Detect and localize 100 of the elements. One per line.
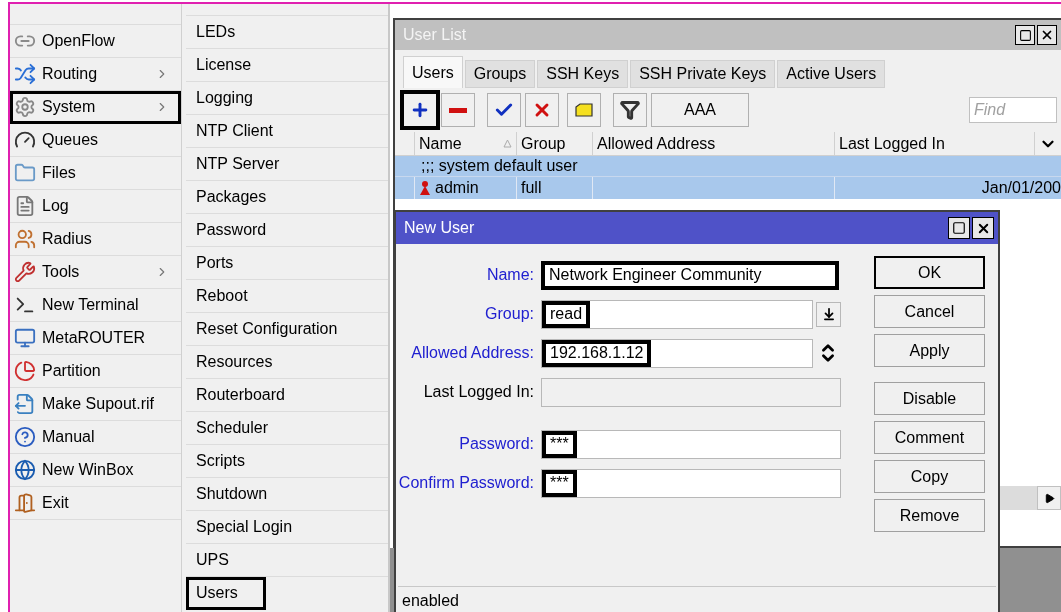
submenu-item[interactable]: Logging [186,82,388,115]
input-field[interactable]: read [541,299,813,329]
document-icon [14,195,36,217]
close-button[interactable] [972,217,994,239]
remove-button[interactable] [441,93,475,127]
submenu-item[interactable]: Special Login [186,511,388,544]
aaa-button[interactable]: AAA [651,93,749,127]
submenu-item[interactable]: Reboot [186,280,388,313]
submenu-item[interactable]: NTP Client [186,115,388,148]
dialog-button[interactable]: Remove [874,499,985,532]
menu-item[interactable]: Routing [10,58,181,91]
submenu-item[interactable]: NTP Server [186,148,388,181]
input-field[interactable]: Network Engineer Community [541,260,839,290]
menu-item[interactable]: Manual [10,421,181,454]
submenu-item[interactable]: Password [186,214,388,247]
maximize-icon [952,221,966,235]
submenu-item[interactable]: Routerboard [186,379,388,412]
submenu-item[interactable]: Resources [186,346,388,379]
input-field[interactable]: *** [541,468,841,498]
wrench-icon [14,261,36,283]
monitor-icon [14,327,36,349]
field-label: Group: [484,304,535,324]
menu-item[interactable]: Make Supout.rif [10,388,181,421]
menu-item[interactable]: Radius [10,223,181,256]
dialog-button[interactable]: Copy [874,460,985,493]
submenu-item[interactable]: UPS [186,544,388,577]
field-label: Name: [485,265,535,285]
globe-icon [14,459,36,481]
menu-item[interactable]: Log [10,190,181,223]
dropdown-button[interactable] [816,301,841,327]
column-header[interactable]: Allowed Address [593,132,835,155]
menu-item[interactable]: MetaROUTER [10,322,181,355]
field-label: Last Logged In: [422,382,535,402]
table-cell: full [517,177,593,199]
dialog-button[interactable]: Comment [874,421,985,454]
remove-icon [449,107,467,113]
input-field[interactable]: 192.168.1.12 [541,338,813,368]
column-header[interactable]: Group [517,132,593,155]
tab[interactable]: Users [403,56,463,88]
menu-item[interactable]: Tools [10,256,181,289]
submenu-item[interactable]: Reset Configuration [186,313,388,346]
maximize-button[interactable] [1015,25,1035,45]
scroll-right-button[interactable] [1037,486,1061,510]
tab[interactable]: SSH Private Keys [630,60,776,88]
pie-chart-icon [14,360,36,382]
add-icon [410,100,430,120]
submenu-item[interactable]: Scheduler [186,412,388,445]
users-icon [14,228,36,250]
submenu-item[interactable]: Packages [186,181,388,214]
maximize-icon [1018,28,1032,42]
enable-button[interactable] [487,93,521,127]
maximize-button[interactable] [948,217,970,239]
menu-item[interactable]: New Terminal [10,289,181,322]
dialog-button[interactable]: Disable [874,382,985,415]
submenu-item[interactable]: LEDs [186,16,388,49]
field-label: Confirm Password: [397,473,535,493]
table-cell-text: Jan/01/200 [980,178,1061,198]
tab[interactable]: SSH Keys [537,60,629,88]
field-value: read [542,300,591,328]
submenu-item[interactable]: Users [186,577,266,610]
door-icon [14,492,36,514]
dialog-button[interactable]: Cancel [874,295,985,328]
help-icon [14,426,36,448]
sort-icon [503,139,512,148]
add-button[interactable] [403,93,437,127]
status-text: enabled [402,590,459,611]
input-field[interactable]: *** [541,429,841,459]
menu-item[interactable]: Queues [10,124,181,157]
dropdown-arrow-icon [821,307,836,321]
field-label: Password: [458,434,535,454]
menu-item[interactable]: Files [10,157,181,190]
menu-item[interactable]: Exit [10,487,181,520]
filter-button[interactable] [613,93,647,127]
folder-icon [14,162,36,184]
submenu-item[interactable]: Shutdown [186,478,388,511]
column-header[interactable]: Name [415,132,517,155]
dialog-title: New User [404,218,476,238]
field-value: 192.168.1.12 [542,339,652,367]
gear-icon [14,96,36,118]
menu-item[interactable]: Partition [10,355,181,388]
dialog-button[interactable]: Apply [874,334,985,367]
tab[interactable]: Active Users [777,60,886,88]
table-cell: admin [415,177,517,199]
submenu-item[interactable]: Ports [186,247,388,280]
menu-item[interactable]: New WinBox [10,454,181,487]
field-label: Allowed Address: [410,343,535,363]
close-button[interactable] [1037,25,1057,45]
tab[interactable]: Groups [464,60,536,88]
filter-icon [620,100,640,120]
submenu-item[interactable]: Scripts [186,445,388,478]
column-header[interactable]: Last Logged In [835,132,1035,155]
field-value: *** [542,469,577,497]
submenu-item[interactable]: License [186,49,388,82]
disable-button[interactable] [525,93,559,127]
dialog-button[interactable]: OK [874,256,985,289]
shuffle-icon [14,63,36,85]
menu-item[interactable]: OpenFlow [10,25,181,58]
menu-item[interactable]: System [10,91,181,124]
find-field[interactable]: Find [969,97,1057,123]
comment-button[interactable] [567,93,601,127]
